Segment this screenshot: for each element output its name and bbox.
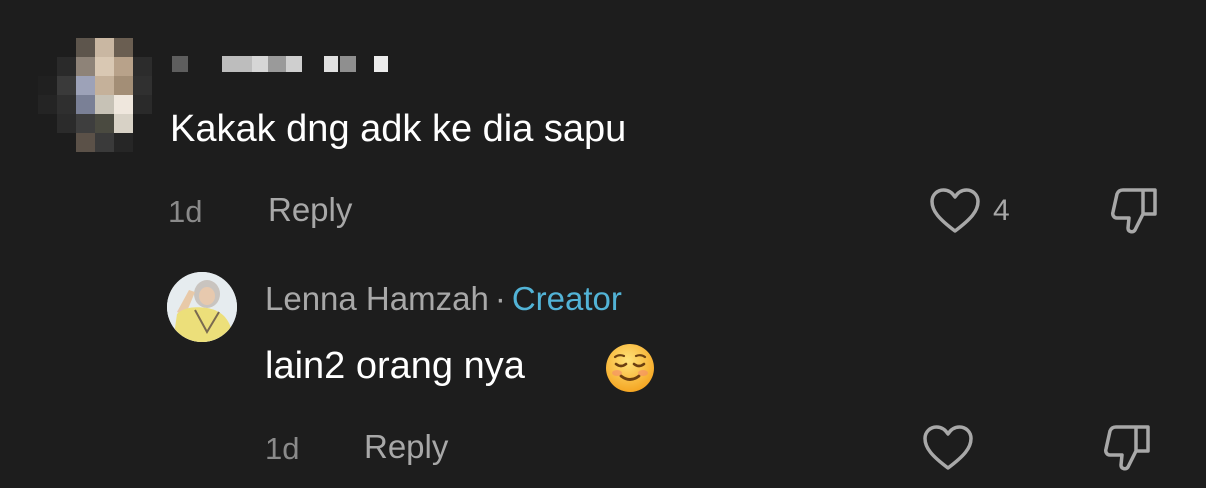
creator-badge: Creator	[511, 280, 622, 317]
comment-timestamp: 1d	[168, 194, 203, 229]
heart-outline-icon[interactable]	[922, 424, 974, 472]
reply-comment-text-row: lain2 orang nya	[265, 345, 525, 388]
comment-text: Kakak dng adk ke dia sapu	[170, 108, 627, 150]
heart-outline-icon[interactable]	[929, 187, 981, 235]
relieved-smile-emoji	[604, 342, 656, 399]
creator-avatar[interactable]	[167, 272, 237, 342]
reply-author-name[interactable]: Lenna Hamzah	[265, 280, 489, 317]
reply-timestamp: 1d	[265, 431, 300, 466]
separator-dot: ·	[494, 280, 506, 317]
reply-button-2[interactable]: Reply	[364, 428, 448, 466]
reply-button[interactable]: Reply	[268, 191, 352, 229]
thumbs-down-outline-icon[interactable]	[1109, 186, 1161, 236]
like-count: 4	[993, 194, 1010, 227]
reply-author-line: Lenna Hamzah · Creator	[265, 280, 622, 318]
thumbs-down-outline-icon[interactable]	[1102, 423, 1154, 473]
reply-comment-text: lain2 orang nya	[265, 345, 525, 387]
username-censored[interactable]	[172, 56, 392, 74]
avatar-pixelated[interactable]	[38, 38, 152, 158]
